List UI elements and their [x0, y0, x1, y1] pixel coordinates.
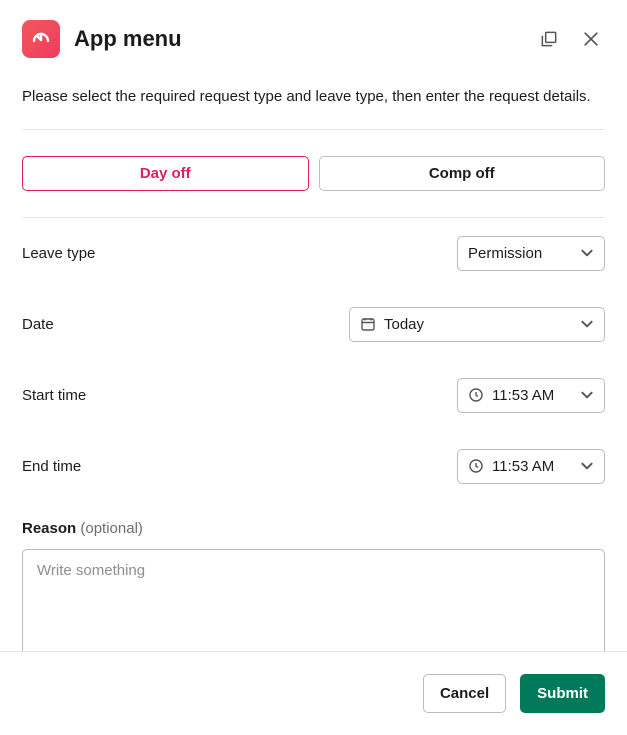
close-icon[interactable]	[577, 25, 605, 53]
date-value: Today	[384, 316, 572, 333]
chevron-down-icon	[580, 388, 594, 402]
end-time-select[interactable]: 11:53 AM	[457, 449, 605, 484]
start-time-label: Start time	[22, 387, 86, 404]
chevron-down-icon	[580, 317, 594, 331]
intro-text: Please select the required request type …	[22, 76, 605, 129]
clock-icon	[468, 458, 484, 474]
modal-title: App menu	[74, 26, 521, 52]
end-time-value: 11:53 AM	[492, 458, 572, 475]
reason-label-text: Reason	[22, 520, 76, 537]
reason-input[interactable]	[22, 549, 605, 652]
clock-icon	[468, 387, 484, 403]
popout-icon[interactable]	[535, 25, 563, 53]
modal-footer: Cancel Submit	[0, 651, 627, 735]
submit-button[interactable]: Submit	[520, 674, 605, 713]
date-label: Date	[22, 316, 54, 333]
leave-type-label: Leave type	[22, 245, 95, 262]
leave-type-select[interactable]: Permission	[457, 236, 605, 271]
end-time-label: End time	[22, 458, 81, 475]
tab-comp-off[interactable]: Comp off	[319, 156, 606, 191]
app-icon	[22, 20, 60, 58]
tab-day-off[interactable]: Day off	[22, 156, 309, 191]
start-time-select[interactable]: 11:53 AM	[457, 378, 605, 413]
chevron-down-icon	[580, 246, 594, 260]
reason-label: Reason (optional)	[22, 520, 605, 537]
calendar-icon	[360, 316, 376, 332]
modal-header: App menu	[0, 0, 627, 68]
cancel-button[interactable]: Cancel	[423, 674, 506, 713]
start-time-value: 11:53 AM	[492, 387, 572, 404]
date-select[interactable]: Today	[349, 307, 605, 342]
leave-type-value: Permission	[468, 245, 572, 262]
request-type-tabs: Day off Comp off	[22, 130, 605, 218]
reason-optional-text: (optional)	[80, 520, 143, 537]
chevron-down-icon	[580, 459, 594, 473]
